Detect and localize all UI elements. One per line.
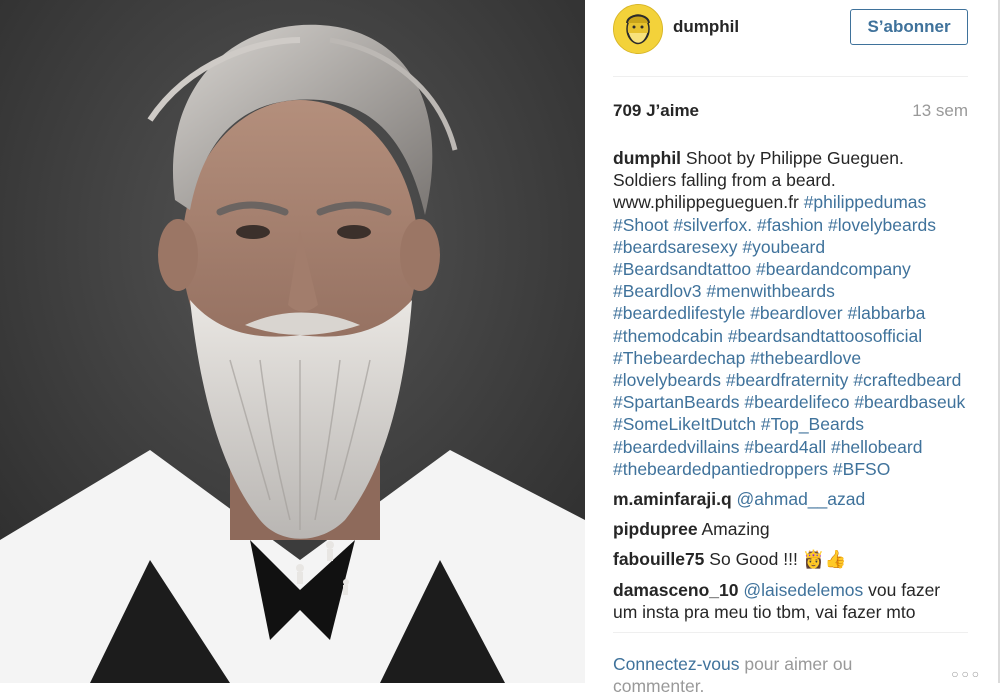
caption-hashtags: #philippedumas #Shoot #silverfox. #fashi… [613, 192, 965, 478]
hashtag-link[interactable]: #beardelifeco [744, 392, 849, 412]
comment-mention[interactable]: @ahmad__azad [737, 489, 866, 509]
login-prompt: Connectez-vous pour aimer ou commenter. [613, 653, 913, 697]
hashtag-link[interactable]: #fashion [757, 215, 823, 235]
hashtag-link[interactable]: #labbarba [847, 303, 925, 323]
portrait-photo [0, 0, 585, 683]
login-link[interactable]: Connectez-vous [613, 654, 739, 674]
hashtag-link[interactable]: #thebeardedpantiedroppers [613, 459, 828, 479]
comment-username[interactable]: pipdupree [613, 519, 698, 539]
hashtag-link[interactable]: #SomeLikeItDutch [613, 414, 756, 434]
hashtag-link[interactable]: #craftedbeard [853, 370, 961, 390]
hashtag-link[interactable]: #beard4all [744, 437, 826, 457]
comment-text: Amazing [701, 519, 770, 540]
hashtag-link[interactable]: #Thebeardechap [613, 348, 745, 368]
comment-username[interactable]: fabouille75 [613, 549, 704, 569]
more-options-icon[interactable]: ○○○ [951, 667, 982, 681]
hashtag-link[interactable]: #menwithbeards [706, 281, 834, 301]
hashtag-link[interactable]: #lovelybeards [613, 370, 721, 390]
comment-mention[interactable]: @laisedelemos [743, 580, 863, 600]
follow-button[interactable]: S’abonner [850, 9, 968, 45]
hashtag-link[interactable]: #SpartanBeards [613, 392, 739, 412]
hashtag-link[interactable]: #themodcabin [613, 326, 723, 346]
post-author-username[interactable]: dumphil [673, 17, 739, 37]
hashtag-link[interactable]: #beardbaseuk [854, 392, 965, 412]
comments-fade [613, 618, 968, 632]
hashtag-link[interactable]: #beardfraternity [726, 370, 849, 390]
hashtag-link[interactable]: #BFSO [833, 459, 890, 479]
hashtag-link[interactable]: #beardlover [750, 303, 842, 323]
post-sidebar: dumphil S’abonner 709 J’aime 13 sem dump… [585, 0, 1000, 696]
hashtag-link[interactable]: #beardedvillains [613, 437, 739, 457]
post-photo[interactable] [0, 0, 585, 683]
comment-username[interactable]: damasceno_10 [613, 580, 739, 600]
comment-username[interactable]: m.aminfaraji.q [613, 489, 732, 509]
hashtag-link[interactable]: #beardsaresexy [613, 237, 738, 257]
hashtag-link[interactable]: #thebeardlove [750, 348, 861, 368]
hashtag-link[interactable]: #lovelybeards [828, 215, 936, 235]
post-timestamp[interactable]: 13 sem [912, 101, 968, 121]
comment-text: So Good !!! 👸👍 [709, 549, 847, 570]
hashtag-link[interactable]: #Beardsandtattoo [613, 259, 751, 279]
avatar[interactable] [613, 4, 663, 54]
comment-item: damasceno_10 @laisedelemos vou fazer um … [613, 579, 968, 623]
hashtag-link[interactable]: #philippedumas [804, 192, 927, 212]
post-footer: Connectez-vous pour aimer ou commenter. … [613, 632, 979, 696]
caption-username[interactable]: dumphil [613, 148, 681, 168]
comment-item: m.aminfaraji.q @ahmad__azad [613, 488, 968, 510]
post-caption: dumphil Shoot by Philippe Gueguen. Soldi… [613, 147, 968, 480]
hashtag-link[interactable]: #hellobeard [831, 437, 922, 457]
hashtag-link[interactable]: #beardedlifestyle [613, 303, 745, 323]
hashtag-link[interactable]: #Top_Beards [761, 414, 864, 434]
likes-count[interactable]: 709 J’aime [613, 101, 699, 121]
hashtag-link[interactable]: #youbeard [742, 237, 825, 257]
hashtag-link[interactable]: #beardandcompany [756, 259, 911, 279]
post-stats: 709 J’aime 13 sem [613, 99, 968, 125]
comment-item: fabouille75 So Good !!! 👸👍 [613, 548, 968, 570]
hashtag-link[interactable]: #Shoot [613, 215, 668, 235]
comments-list[interactable]: dumphil Shoot by Philippe Gueguen. Soldi… [613, 147, 968, 632]
comment-item: pipdupree Amazing [613, 518, 968, 540]
hashtag-link[interactable]: #silverfox. [673, 215, 752, 235]
hashtag-link[interactable]: #beardsandtattoosofficial [728, 326, 922, 346]
post-header: dumphil S’abonner [613, 0, 968, 77]
hashtag-link[interactable]: #Beardlov3 [613, 281, 702, 301]
avatar-illustration-icon [614, 5, 662, 53]
